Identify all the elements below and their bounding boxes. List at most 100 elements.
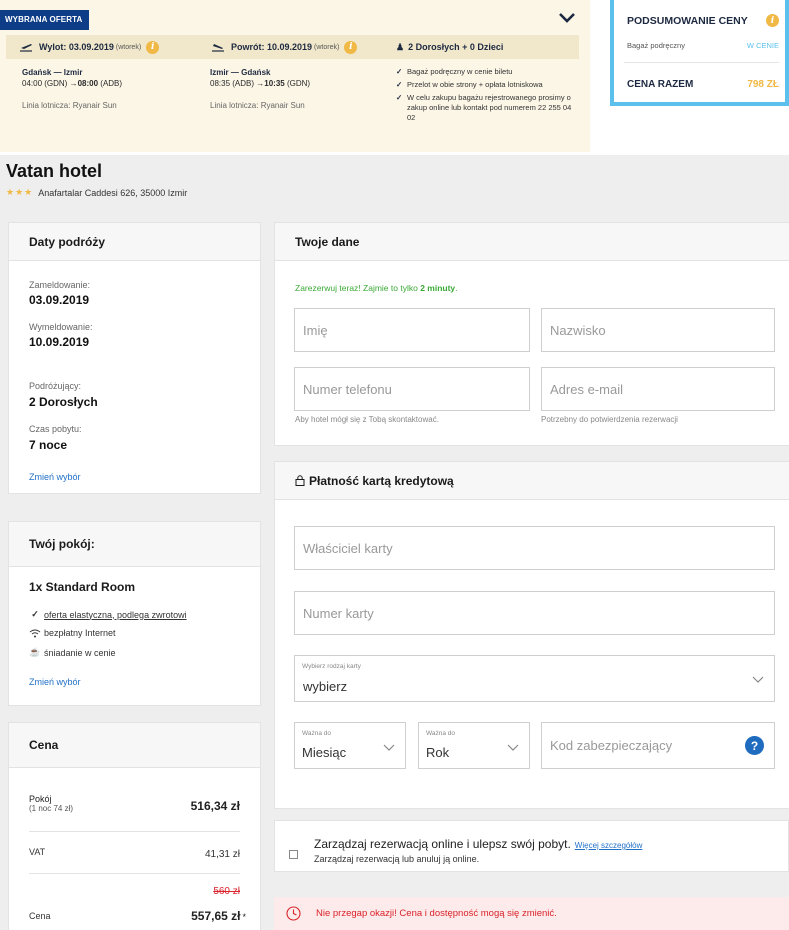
info-icon[interactable]: i xyxy=(146,40,160,54)
divider xyxy=(624,62,779,63)
checkin-label: Zameldowanie: xyxy=(29,280,91,290)
check-icon: ✓ xyxy=(396,67,403,76)
payment-title-row: Płatność kartą kredytową xyxy=(275,462,789,500)
return-date: Powrót: 10.09.2019 xyxy=(231,42,313,52)
clock-icon xyxy=(286,906,301,921)
your-data-card: Twoje dane Zarezerwuj teraz! Zajmie to t… xyxy=(274,222,789,446)
outbound-weekday: (wtorek) xyxy=(115,43,142,51)
travelers-value: 2 Dorosłych xyxy=(29,395,98,409)
manage-booking-subtitle: Zarządzaj rezerwacją lub anuluj ją onlin… xyxy=(314,854,480,864)
manage-booking-option: Zarządzaj rezerwacją online i ulepsz swó… xyxy=(274,820,789,872)
promo-text: Zarezerwuj teraz! Zajmie to tylko 2 minu… xyxy=(295,283,458,293)
expiry-year-value: Rok xyxy=(426,745,450,760)
trip-dates-title: Daty podróży xyxy=(9,223,260,261)
amenity-breakfast: ☕ śniadanie w cenie xyxy=(29,647,116,658)
card-number-field[interactable]: Numer karty xyxy=(294,591,775,635)
star-rating: ★★★ xyxy=(6,187,34,197)
card-type-select[interactable]: Wybierz rodzaj karty wybierz xyxy=(294,655,775,702)
check-icon: ✓ xyxy=(31,609,39,619)
trip-dates-card: Daty podróży Zameldowanie: 03.09.2019 Wy… xyxy=(8,222,261,494)
outbound-times: 04:00 (GDN) →08:00 (ADB) xyxy=(22,79,123,88)
outbound-details: Gdańsk — Izmir 04:00 (GDN) →08:00 (ADB) … xyxy=(22,67,122,111)
flight-included-list: ✓ Bagaż podręczny w cenie biletu ✓ Przelot… xyxy=(396,67,581,126)
checkout-value: 10.09.2019 xyxy=(29,335,90,349)
hotel-address-row: ★★★ Anafartalar Caddesi 626, 35000 Izmir xyxy=(6,187,187,198)
valid-until-label: Ważna do xyxy=(302,730,332,737)
room-price-value: 516,34 zł xyxy=(190,799,240,813)
expiry-year-select[interactable]: Ważna do Rok xyxy=(418,722,530,769)
amenity-internet: bezpłatny Internet xyxy=(29,628,116,638)
flight-header-bar: Wylot: 03.09.2019 (wtorek) i Powrót: 10.… xyxy=(6,35,579,59)
summary-title: PODSUMOWANIE CENY xyxy=(627,15,748,27)
card-type-label: Wybierz rodzaj karty xyxy=(302,663,361,670)
divider xyxy=(29,873,240,874)
check-icon: ✓ xyxy=(396,93,403,102)
refundable-link[interactable]: oferta elastyczna, podlega zwrotowi xyxy=(44,610,187,620)
check-icon: ✓ xyxy=(396,80,403,89)
amenity-refundable: ✓ oferta elastyczna, podlega zwrotowi xyxy=(29,609,187,620)
card-holder-field[interactable]: Właściciel karty xyxy=(294,526,775,570)
info-icon[interactable]: i xyxy=(344,40,358,54)
email-field[interactable]: Adres e-mail xyxy=(541,367,775,411)
more-details-link[interactable]: Więcej szczegółów xyxy=(575,841,643,850)
stay-value: 7 noce xyxy=(29,438,68,452)
passengers-count: 2 Dorosłych + 0 Dzieci xyxy=(408,42,504,52)
coffee-cup-icon: ☕ xyxy=(29,647,41,657)
room-card: Twój pokój: 1x Standard Room ✓ oferta el… xyxy=(8,521,261,706)
old-price: 560 zł xyxy=(213,886,240,897)
plane-takeoff-icon xyxy=(20,44,32,52)
vat-row: VAT 41,31 zł xyxy=(29,847,240,860)
return-airline: Linia lotnicza: Ryanair Sun xyxy=(210,101,305,110)
return-header: Powrót: 10.09.2019 (wtorek) i xyxy=(211,35,358,59)
summary-bag-label: Bagaż podręczny xyxy=(627,41,685,50)
info-icon[interactable]: i xyxy=(766,14,779,27)
chevron-down-icon xyxy=(752,676,764,683)
outbound-date: Wylot: 03.09.2019 xyxy=(39,42,114,52)
return-weekday: (wtorek) xyxy=(314,43,340,51)
hotel-name: Vatan hotel xyxy=(6,161,103,181)
urgency-alert: Nie przegap okazji! Cena i dostępność mo… xyxy=(274,897,789,930)
person-icon: ♟ xyxy=(396,41,405,52)
card-type-value: wybierz xyxy=(303,679,348,694)
chevron-down-icon[interactable] xyxy=(557,11,577,25)
your-data-title: Twoje dane xyxy=(275,223,789,261)
summary-bag-value: W CENIE xyxy=(746,41,779,50)
email-hint: Potrzebny do potwierdzenia rezerwacji xyxy=(541,415,678,424)
passengers-header: ♟ 2 Dorosłych + 0 Dzieci xyxy=(396,35,503,59)
manage-booking-checkbox[interactable] xyxy=(289,850,298,859)
outbound-header: Wylot: 03.09.2019 (wtorek) i xyxy=(19,35,160,59)
travelers-label: Podróżujący: xyxy=(29,381,82,391)
summary-total-label: CENA RAZEM xyxy=(627,79,694,90)
security-code-field[interactable]: Kod zabezpieczający xyxy=(541,722,775,769)
list-item: ✓ Przelot w obie strony + opłata lotnisko… xyxy=(396,80,543,89)
alert-text: Nie przegap okazji! Cena i dostępność mo… xyxy=(316,908,557,919)
room-price-row: Pokój (1 noc 74 zł) 516,34 zł xyxy=(29,794,240,813)
expiry-month-select[interactable]: Ważna do Miesiąc xyxy=(294,722,406,769)
wifi-icon xyxy=(29,629,41,637)
expiry-month-value: Miesiąc xyxy=(302,745,347,760)
divider xyxy=(29,831,240,832)
plane-landing-icon xyxy=(212,44,224,52)
payment-card: Płatność kartą kredytową Właściciel kart… xyxy=(274,461,789,809)
manage-booking-title: Zarządzaj rezerwacją online i ulepsz swó… xyxy=(314,837,643,851)
last-name-field[interactable]: Nazwisko xyxy=(541,308,775,352)
payment-title: Płatność kartą kredytową xyxy=(309,473,454,488)
outbound-airline: Linia lotnicza: Ryanair Sun xyxy=(22,101,117,110)
lock-icon xyxy=(295,475,305,486)
selected-offer-badge: WYBRANA OFERTA xyxy=(0,10,90,30)
outbound-route: Gdańsk — Izmir xyxy=(22,68,83,77)
checkout-label: Wymeldowanie: xyxy=(29,322,93,332)
change-room-link[interactable]: Zmień wybór xyxy=(29,677,81,687)
room-name: 1x Standard Room xyxy=(29,580,136,594)
valid-until-label: Ważna do xyxy=(426,730,456,737)
price-summary-box: PODSUMOWANIE CENY i Bagaż podręczny W CE… xyxy=(610,0,789,106)
phone-field[interactable]: Numer telefonu xyxy=(294,367,530,411)
total-price-row: Cena 557,65 zł * xyxy=(29,909,246,923)
vat-value: 41,31 zł xyxy=(204,849,240,860)
help-icon[interactable]: ? xyxy=(745,736,764,755)
list-item: ✓ W celu zakupu bagażu rejestrowanego pro… xyxy=(396,93,572,122)
hotel-address: Anafartalar Caddesi 626, 35000 Izmir xyxy=(38,187,188,198)
first-name-field[interactable]: Imię xyxy=(294,308,530,352)
change-dates-link[interactable]: Zmień wybór xyxy=(29,472,81,482)
return-details: Izmir — Gdańsk 08:35 (ADB) →10:35 (GDN) … xyxy=(210,67,310,111)
